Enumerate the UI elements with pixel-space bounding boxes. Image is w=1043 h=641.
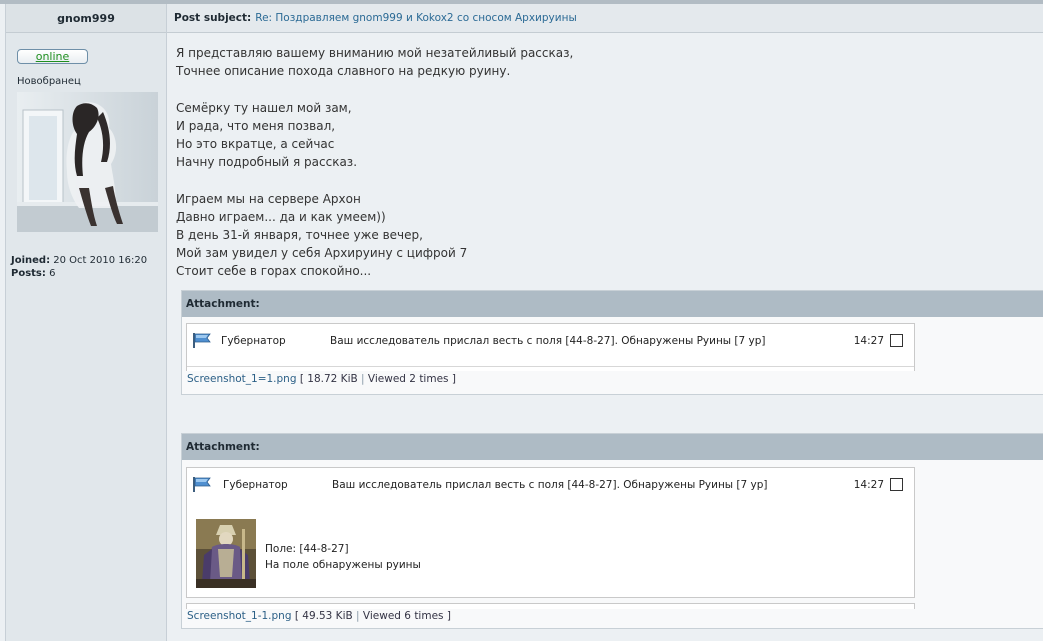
flag-icon: [193, 333, 211, 348]
attachment-screenshot[interactable]: Губернатор Ваш исследователь прислал вес…: [186, 467, 915, 598]
attachment-views: Viewed 2 times: [367, 373, 449, 385]
subject-link[interactable]: Re: Поздравляем gnom999 и Kokox2 со снос…: [255, 12, 577, 24]
notification-message: Ваш исследователь прислал весть с поля […: [330, 334, 766, 347]
post-line: И рада, что меня позвал,: [176, 118, 336, 133]
ruins-guardian-image: [196, 519, 256, 588]
posts-label: Posts:: [11, 268, 46, 279]
flag-icon: [193, 477, 211, 492]
joined-value: 20 Oct 2010 16:20: [53, 255, 148, 266]
attachment-caption: Screenshot_1-1.png [ 49.53 KiB | Viewed …: [187, 610, 451, 622]
author-stats: Joined: 20 Oct 2010 16:20 Posts: 6: [11, 254, 147, 280]
post-line: Давно играем... да и как умеем)): [176, 209, 386, 224]
author-username[interactable]: gnom999: [6, 4, 166, 33]
post-line: Мой зам увидел у себя Архируину с цифрой…: [176, 246, 468, 261]
attachment-header: Attachment:: [182, 291, 1043, 317]
attachment-caption: Screenshot_1=1.png [ 18.72 KiB | Viewed …: [187, 373, 456, 385]
author-panel: gnom999 online Новобранец Joined: 20 Oct…: [5, 4, 167, 641]
post-line: [176, 171, 573, 189]
forum-post: gnom999 online Новобранец Joined: 20 Oct…: [0, 0, 1043, 641]
posts-value: 6: [49, 268, 56, 279]
post-line: Но это вкратце, а сейчас: [176, 136, 335, 151]
attachment-screenshot[interactable]: Губернатор Ваш исследователь прислал вес…: [186, 323, 915, 371]
notification-sender: Губернатор: [223, 478, 288, 491]
attachment-filename[interactable]: Screenshot_1=1.png: [187, 373, 297, 385]
post-line: Начну подробный я рассказ.: [176, 155, 358, 170]
post-line: [176, 80, 573, 98]
notification-checkbox[interactable]: [890, 478, 903, 491]
post-line: Точнее описание похода славного на редку…: [176, 64, 511, 79]
notification-sender: Губернатор: [221, 334, 286, 347]
attachment-box: Attachment: Губернатор Ваш исследователь…: [181, 290, 1043, 395]
ruins-found-text: На поле обнаружены руины: [265, 559, 421, 571]
post-body: Post subject: Re: Поздравляем gnom999 и …: [167, 4, 1043, 641]
post-line: Играем мы на сервере Архон: [176, 191, 361, 206]
attachment-box: Attachment: Губернатор Ваш исследователь…: [181, 433, 1043, 629]
post-line: Стоит себе в горах спокойно...: [176, 264, 372, 279]
online-status-button[interactable]: online: [17, 49, 88, 64]
attachment-header: Attachment:: [182, 434, 1043, 460]
post-content: Я представляю вашему вниманию мой незате…: [176, 44, 573, 280]
attachment-size: 18.72 KiB: [307, 373, 358, 385]
post-subject-bar: Post subject: Re: Поздравляем gnom999 и …: [167, 4, 1043, 33]
divider: [187, 366, 914, 367]
joined-label: Joined:: [11, 255, 51, 266]
field-info: Поле: [44-8-27] На поле обнаружены руины: [265, 541, 421, 573]
post-line: Семёрку ту нашел мой зам,: [176, 100, 352, 115]
post-line: Я представляю вашему вниманию мой незате…: [176, 46, 574, 60]
avatar: [17, 92, 158, 232]
field-coordinates: Поле: [44-8-27]: [265, 543, 349, 555]
subject-label: Post subject:: [174, 12, 252, 24]
attachment-size: 49.53 KiB: [302, 610, 353, 622]
author-rank: Новобранец: [17, 76, 81, 87]
post-line: В день 31-й января, точнее уже вечер,: [176, 227, 423, 242]
avatar-image: [17, 92, 158, 232]
notification-time: 14:27: [853, 334, 884, 347]
notification-time: 14:27: [853, 478, 884, 491]
notification-row: Губернатор Ваш исследователь прислал вес…: [187, 324, 914, 357]
notification-row: Губернатор Ваш исследователь прислал вес…: [187, 468, 914, 501]
attachment-filename[interactable]: Screenshot_1-1.png: [187, 610, 292, 622]
attachment-screenshot-edge: [186, 603, 915, 609]
notification-message: Ваш исследователь прислал весть с поля […: [332, 478, 768, 491]
attachment-views: Viewed 6 times: [362, 610, 444, 622]
notification-checkbox[interactable]: [890, 334, 903, 347]
